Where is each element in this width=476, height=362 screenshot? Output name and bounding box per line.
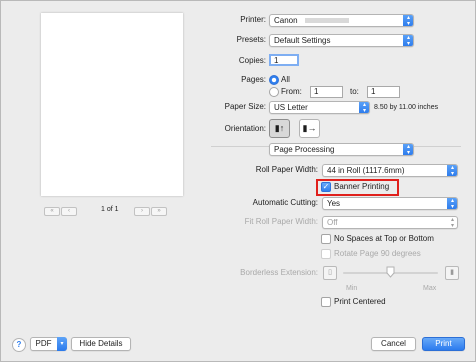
last-page-button[interactable]: » xyxy=(151,207,167,216)
pages-to-label: to: xyxy=(350,87,359,96)
presets-value: Default Settings xyxy=(274,36,331,45)
printer-value: Canon xyxy=(274,16,298,25)
print-centered-checkbox[interactable] xyxy=(321,297,331,307)
chevron-updown-icon: ▴ ▾ xyxy=(450,216,454,229)
page-preview xyxy=(41,13,183,196)
previous-page-button[interactable]: ‹ xyxy=(61,207,77,216)
pages-from-label: From: xyxy=(281,87,302,96)
borderless-extension-knob[interactable] xyxy=(386,266,395,278)
section-value: Page Processing xyxy=(274,145,335,154)
printer-label: Printer: xyxy=(240,15,266,24)
slider-max-button[interactable]: ▮ xyxy=(445,266,459,280)
borderless-extension-label: Borderless Extension: xyxy=(240,268,318,277)
highlight-box xyxy=(316,179,399,196)
pdf-menu-button[interactable]: PDF ▾ xyxy=(30,337,67,351)
pages-from-field[interactable]: 1 xyxy=(310,86,343,98)
paper-size-info: 8.50 by 11.00 inches xyxy=(374,104,439,111)
roll-paper-width-popup[interactable]: 44 in Roll (1117.6mm) ▴ ▾ xyxy=(322,164,458,177)
next-page-button[interactable]: › xyxy=(134,207,150,216)
pages-label: Pages: xyxy=(241,75,266,84)
print-centered-label: Print Centered xyxy=(334,297,386,306)
section-popup[interactable]: Page Processing ▴ ▾ xyxy=(269,143,414,156)
page-counter: 1 of 1 xyxy=(101,206,119,213)
cancel-button[interactable]: Cancel xyxy=(371,337,416,351)
copies-label: Copies: xyxy=(238,56,266,65)
slider-min-button[interactable]: ▯ xyxy=(323,266,337,280)
no-spaces-label: No Spaces at Top or Bottom xyxy=(334,234,434,243)
pages-all-radio[interactable] xyxy=(269,75,279,85)
presets-label: Presets: xyxy=(236,35,266,44)
automatic-cutting-label: Automatic Cutting: xyxy=(252,198,318,207)
hide-details-button[interactable]: Hide Details xyxy=(71,337,131,351)
orientation-label: Orientation: xyxy=(224,124,266,133)
pdf-label: PDF xyxy=(35,339,52,348)
help-icon: ? xyxy=(16,340,22,349)
first-page-button[interactable]: « xyxy=(44,207,60,216)
automatic-cutting-value: Yes xyxy=(327,199,341,208)
no-spaces-checkbox[interactable] xyxy=(321,234,331,244)
slider-max-label: Max xyxy=(423,285,437,292)
slider-min-label: Min xyxy=(346,285,358,292)
fit-roll-paper-width-popup[interactable]: Off ▴ ▾ xyxy=(322,216,458,229)
roll-paper-width-value: 44 in Roll (1117.6mm) xyxy=(327,166,405,175)
copies-field[interactable]: 1 xyxy=(269,54,299,66)
small-page-icon: ▯ xyxy=(328,269,332,276)
large-page-icon: ▮ xyxy=(450,269,454,276)
fit-roll-paper-width-value: Off xyxy=(327,218,338,227)
pages-from-radio[interactable] xyxy=(269,87,279,97)
pages-to-field[interactable]: 1 xyxy=(367,86,400,98)
presets-popup[interactable]: Default Settings ▴ ▾ xyxy=(269,34,414,47)
print-button[interactable]: Print xyxy=(422,337,465,351)
portrait-orientation-button[interactable]: ▮↑ xyxy=(269,119,290,138)
chevron-updown-icon: ▴ ▾ xyxy=(359,102,369,113)
paper-size-popup[interactable]: US Letter ▴ ▾ xyxy=(269,101,370,114)
help-button[interactable]: ? xyxy=(12,338,26,352)
landscape-orientation-button[interactable]: ▮→ xyxy=(299,119,320,138)
pages-all-label: All xyxy=(281,75,290,84)
landscape-orientation-icon: ▮→ xyxy=(302,123,317,133)
printer-popup[interactable]: Canon ▴ ▾ xyxy=(269,14,414,27)
chevron-updown-icon: ▴ ▾ xyxy=(447,198,457,209)
rotate-page-checkbox[interactable] xyxy=(321,249,331,259)
rotate-page-label: Rotate Page 90 degrees xyxy=(334,249,421,258)
fit-roll-paper-width-label: Fit Roll Paper Width: xyxy=(244,217,318,226)
paper-size-label: Paper Size: xyxy=(224,102,266,111)
chevron-down-icon: ▾ xyxy=(57,337,67,351)
chevron-updown-icon: ▴ ▾ xyxy=(403,15,413,26)
portrait-orientation-icon: ▮↑ xyxy=(274,123,285,133)
chevron-updown-icon: ▴ ▾ xyxy=(403,35,413,46)
roll-paper-width-label: Roll Paper Width: xyxy=(255,165,318,174)
paper-size-value: US Letter xyxy=(274,103,308,112)
automatic-cutting-popup[interactable]: Yes ▴ ▾ xyxy=(322,197,458,210)
redacted-model xyxy=(304,18,349,24)
chevron-updown-icon: ▴ ▾ xyxy=(447,165,457,176)
print-dialog: « ‹ 1 of 1 › » Printer: Canon ▴ ▾ Presets… xyxy=(0,0,476,362)
chevron-updown-icon: ▴ ▾ xyxy=(403,144,413,155)
